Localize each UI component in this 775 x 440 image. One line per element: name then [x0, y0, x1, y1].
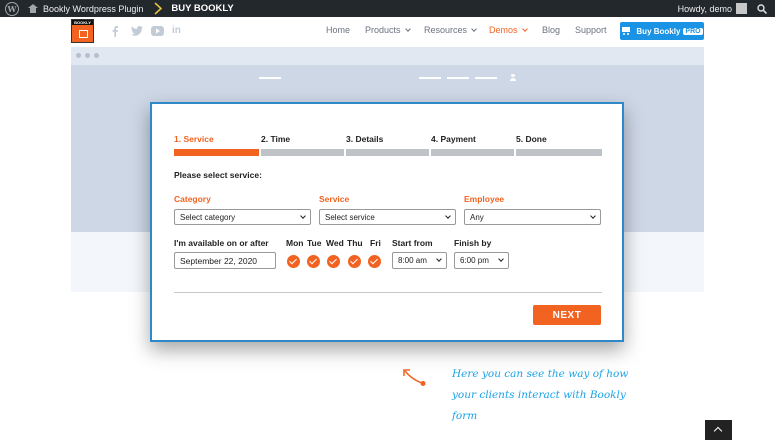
day-label-mon: Mon — [286, 238, 304, 248]
wordpress-icon[interactable]: W — [5, 1, 19, 16]
user-icon — [510, 74, 516, 81]
service-prompt: Please select service: — [174, 170, 262, 180]
day-label-tue: Tue — [307, 238, 322, 248]
step-payment: 4. Payment — [431, 134, 476, 144]
start-time-value: 8:00 am — [398, 256, 427, 265]
day-label-wed: Wed — [326, 238, 344, 248]
home-icon — [28, 4, 38, 13]
logo-text: BOOKLY — [72, 20, 93, 25]
nav-blog[interactable]: Blog — [542, 25, 560, 35]
chevron-down-icon — [445, 213, 451, 219]
nav-home[interactable]: Home — [326, 25, 350, 35]
annotation-arrow-icon — [403, 369, 426, 386]
admin-site-link[interactable]: Bookly Wordpress Plugin — [28, 4, 143, 14]
buy-bookly-label: Buy Bookly — [636, 26, 681, 36]
mockup-line — [419, 77, 441, 79]
service-select[interactable]: Select service — [319, 209, 456, 225]
finish-time-select[interactable]: 6:00 pm — [454, 252, 509, 269]
progress-bar-step-2 — [261, 149, 344, 156]
chevron-right-icon — [153, 0, 165, 17]
mockup-line — [259, 77, 281, 79]
admin-buy-link[interactable]: BUY BOOKLY — [171, 3, 233, 14]
available-label: I'm available on or after — [174, 238, 269, 248]
next-button[interactable]: NEXT — [533, 305, 601, 325]
nav-support[interactable]: Support — [575, 25, 607, 35]
mockup-window-dots — [76, 53, 99, 58]
step-done: 5. Done — [516, 134, 547, 144]
employee-select-value: Any — [470, 212, 484, 222]
site-header: BOOKLY in Home Products Resources Demos … — [0, 17, 775, 47]
linkedin-icon[interactable]: in — [172, 25, 181, 36]
day-checkbox-fri[interactable] — [368, 255, 381, 268]
day-checkbox-tue[interactable] — [307, 255, 320, 268]
cart-icon — [621, 27, 631, 35]
pro-badge: PRO — [683, 27, 703, 35]
twitter-icon[interactable] — [131, 26, 143, 36]
date-field[interactable]: September 22, 2020 — [174, 252, 276, 269]
chevron-down-icon — [498, 256, 504, 262]
facebook-icon[interactable] — [111, 25, 119, 37]
category-select[interactable]: Select category — [174, 209, 311, 225]
service-select-value: Select service — [325, 212, 375, 222]
category-label: Category — [174, 194, 211, 204]
form-divider — [174, 292, 602, 293]
booking-form: 1. Service 2. Time 3. Details 4. Payment… — [150, 102, 624, 342]
progress-bar-step-5 — [516, 149, 602, 156]
step-time: 2. Time — [261, 134, 291, 144]
chevron-down-icon — [521, 26, 528, 32]
day-label-fri: Fri — [370, 238, 381, 248]
employee-label: Employee — [464, 194, 505, 204]
mockup-line — [475, 77, 497, 79]
step-details: 3. Details — [346, 134, 384, 144]
start-from-label: Start from — [392, 238, 433, 248]
mockup-line — [447, 77, 469, 79]
service-label: Service — [319, 194, 350, 204]
bookly-logo[interactable]: BOOKLY — [71, 19, 94, 43]
day-checkbox-mon[interactable] — [287, 255, 300, 268]
progress-bar-step-4 — [431, 149, 514, 156]
chevron-down-icon — [436, 256, 442, 262]
chevron-down-icon — [471, 26, 477, 32]
calendar-icon — [79, 30, 88, 38]
annotation-line-2: your clients interact with Bookly — [452, 389, 626, 401]
progress-bar-step-3 — [346, 149, 429, 156]
finish-time-value: 6:00 pm — [460, 256, 489, 265]
nav-resources-label: Resources — [424, 25, 468, 35]
day-label-thu: Thu — [347, 238, 363, 248]
category-select-value: Select category — [180, 212, 236, 222]
day-checkbox-thu[interactable] — [348, 255, 361, 268]
nav-demos[interactable]: Demos — [489, 25, 528, 35]
admin-howdy[interactable]: Howdy, demo — [678, 4, 732, 14]
finish-by-label: Finish by — [454, 238, 492, 248]
employee-select[interactable]: Any — [464, 209, 601, 225]
annotation-text: Here you can see the way of how your cli… — [452, 364, 632, 427]
chevron-down-icon — [404, 26, 411, 32]
annotation-line-3: form — [452, 410, 478, 422]
annotation-line-1: Here you can see the way of how — [452, 368, 629, 380]
avatar[interactable] — [736, 3, 747, 14]
nav-resources[interactable]: Resources — [424, 25, 477, 35]
chevron-down-icon — [300, 213, 306, 219]
admin-bar: W Bookly Wordpress Plugin BUY BOOKLY How… — [0, 0, 775, 17]
scroll-to-top-button[interactable] — [705, 420, 732, 440]
nav-demos-label: Demos — [489, 25, 518, 35]
step-service: 1. Service — [174, 134, 214, 144]
start-time-select[interactable]: 8:00 am — [392, 252, 447, 269]
admin-site-name: Bookly Wordpress Plugin — [43, 3, 144, 14]
search-icon[interactable] — [757, 3, 767, 14]
chevron-down-icon — [590, 213, 596, 219]
progress-bar-step-1 — [174, 149, 259, 156]
mockup-browser-bar — [71, 47, 704, 65]
nav-products[interactable]: Products — [365, 25, 411, 35]
day-checkbox-wed[interactable] — [327, 255, 340, 268]
youtube-icon[interactable] — [151, 26, 164, 36]
nav-products-label: Products — [365, 25, 401, 35]
buy-bookly-button[interactable]: Buy Bookly PRO — [620, 22, 704, 40]
